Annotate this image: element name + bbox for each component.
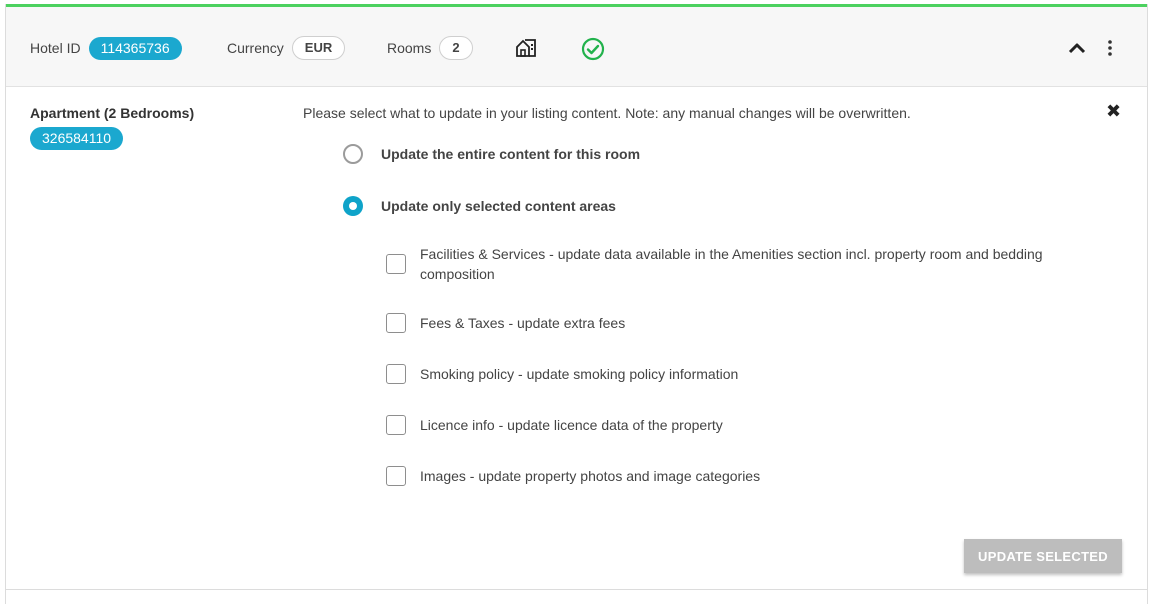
card-header: Hotel ID 114365736 Currency EUR Rooms 2 [6,7,1147,87]
checkbox-fees-taxes[interactable]: Fees & Taxes - update extra fees [386,313,1080,333]
checkbox-facilities[interactable]: Facilities & Services - update data avai… [386,244,1080,284]
checkbox[interactable] [386,254,406,274]
rooms-group: Rooms 2 [387,34,473,62]
update-selected-button[interactable]: UPDATE SELECTED [964,539,1122,573]
rooms-badge: 2 [439,36,473,60]
currency-badge: EUR [291,36,346,60]
checkbox-label: Fees & Taxes - update extra fees [420,315,626,331]
close-icon[interactable]: ✖ [1106,101,1121,122]
room-name: Apartment (2 Bedrooms) [30,105,195,121]
checkbox-images[interactable]: Images - update property photos and imag… [386,466,1080,486]
radio-circle[interactable] [343,144,363,164]
checkbox-smoking[interactable]: Smoking policy - update smoking policy i… [386,364,1080,384]
checkbox-label: Images - update property photos and imag… [420,468,761,484]
checkbox-label: Licence info - update licence data of th… [420,417,723,433]
radio-circle-checked[interactable] [343,196,363,216]
hotel-id-group: Hotel ID 114365736 [30,34,182,62]
currency-group: Currency EUR [227,34,346,62]
checkbox-label: Facilities & Services - update data avai… [420,246,1043,282]
radio-label: Update only selected content areas [381,198,616,214]
hotel-card: Hotel ID 114365736 Currency EUR Rooms 2 [5,4,1148,604]
currency-label: Currency [227,40,284,56]
radio-update-selected[interactable]: Update only selected content areas [343,196,616,216]
radio-update-entire[interactable]: Update the entire content for this room [343,144,640,164]
hotel-id-badge: 114365736 [88,36,182,60]
checkbox[interactable] [386,364,406,384]
radio-label: Update the entire content for this room [381,146,641,162]
checkbox[interactable] [386,313,406,333]
update-note: Please select what to update in your lis… [303,105,911,121]
checkbox-label: Smoking policy - update smoking policy i… [420,366,739,382]
check-circle-icon [581,37,605,61]
checkbox-licence[interactable]: Licence info - update licence data of th… [386,415,1080,435]
room-id-badge: 326584110 [30,127,124,150]
rooms-label: Rooms [387,40,432,56]
divider [6,589,1147,590]
house-icon [514,36,538,60]
checkbox[interactable] [386,466,406,486]
hotel-id-label: Hotel ID [30,40,81,56]
chevron-up-icon[interactable] [1066,37,1088,59]
kebab-menu-icon[interactable] [1100,37,1120,59]
checkbox[interactable] [386,415,406,435]
